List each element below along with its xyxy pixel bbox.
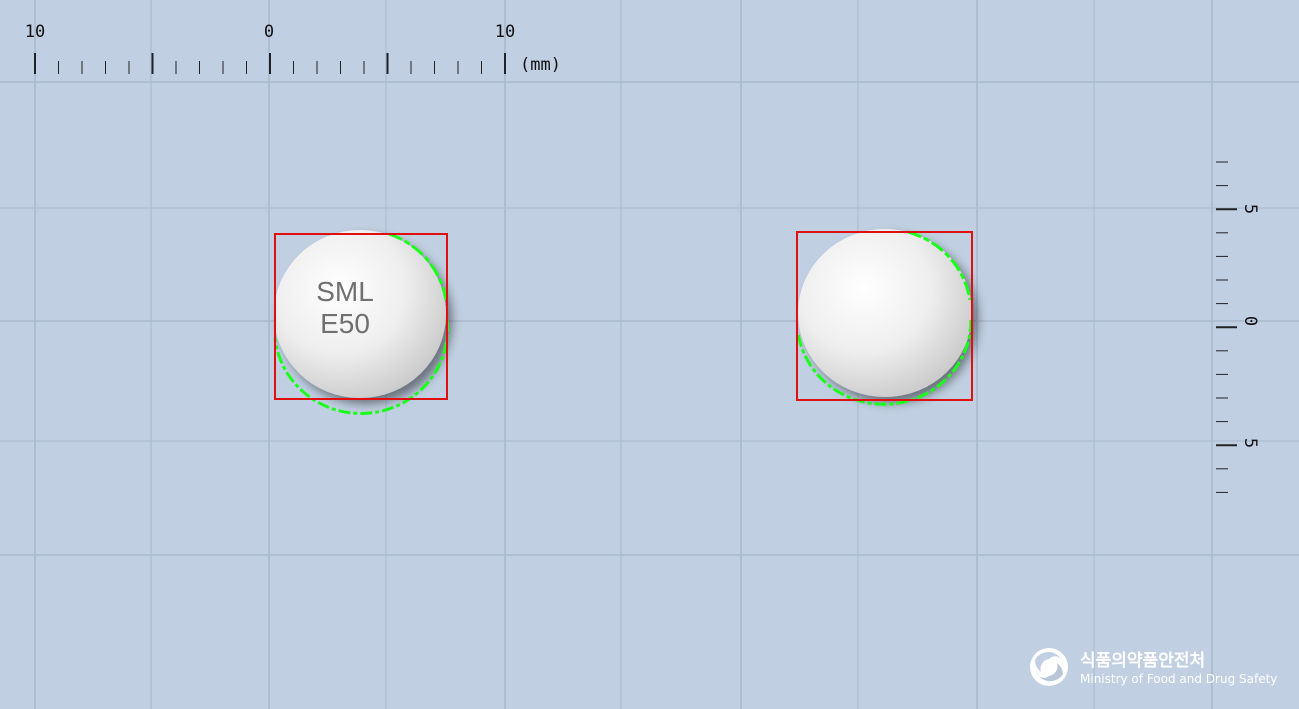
right-ruler-label-bottom: 5 bbox=[1240, 438, 1260, 448]
pill-front-imprint-line1: SML bbox=[316, 276, 374, 307]
pill-front-imprint-line2: E50 bbox=[320, 308, 370, 339]
pill-front: SML E50 bbox=[273, 230, 449, 415]
right-ruler-label-top: 5 bbox=[1240, 204, 1260, 214]
pill-photo-canvas: 10 0 10 (mm) 5 0 5 SML E50 식품의약품안전처 Mini… bbox=[0, 0, 1299, 709]
top-ruler-ticks bbox=[34, 53, 506, 74]
mfds-logo-korean: 식품의약품안전처 bbox=[1080, 650, 1205, 671]
background-grid bbox=[0, 0, 1299, 709]
right-ruler-ticks bbox=[1216, 161, 1237, 493]
mfds-logo: 식품의약품안전처 Ministry of Food and Drug Safet… bbox=[1030, 648, 1277, 686]
top-ruler: 10 0 10 (mm) bbox=[25, 22, 561, 75]
right-ruler: 5 0 5 bbox=[1216, 161, 1260, 493]
top-ruler-unit: (mm) bbox=[520, 55, 561, 75]
pill-back bbox=[796, 229, 973, 406]
top-ruler-label-right: 10 bbox=[495, 22, 515, 42]
top-ruler-label-zero: 0 bbox=[264, 22, 274, 42]
right-ruler-label-zero: 0 bbox=[1240, 316, 1260, 326]
top-ruler-label-left: 10 bbox=[25, 22, 45, 42]
mfds-emblem-icon bbox=[1030, 648, 1068, 686]
mfds-logo-english: Ministry of Food and Drug Safety bbox=[1080, 672, 1277, 686]
